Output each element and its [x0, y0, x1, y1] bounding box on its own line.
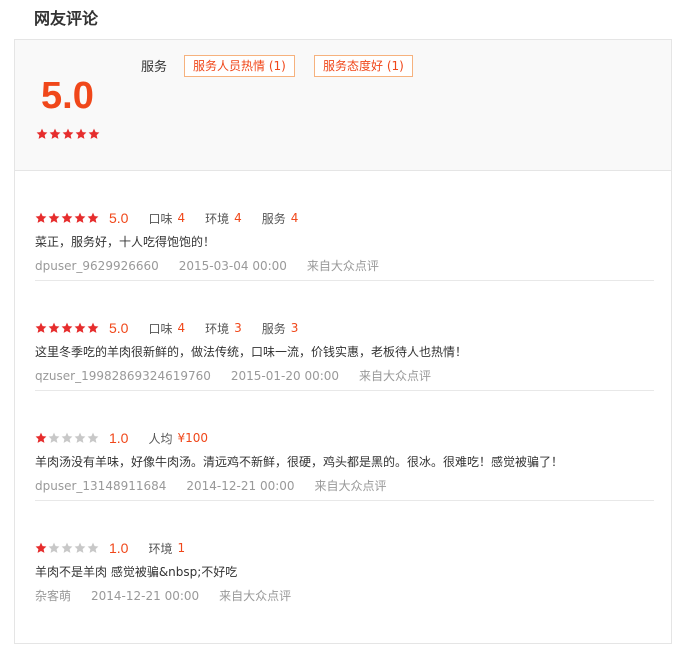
sub-rating-value: 4	[177, 211, 186, 225]
review-score: 5.0	[109, 320, 129, 336]
sub-rating-label: 服务	[261, 321, 286, 336]
review-rating-line: 1.0 环境 1	[35, 539, 205, 557]
sub-rating-label: 环境	[205, 211, 230, 226]
review-item: 1.0 人均 ¥100 羊肉汤没有羊味，好像牛肉汤。清远鸡不新鲜，很硬，鸡头都是黑的。…	[35, 391, 654, 501]
star-filled-icon	[48, 322, 60, 334]
star-filled-icon	[35, 542, 47, 554]
section-title: 网友评论	[34, 9, 99, 28]
star-empty-icon	[74, 542, 86, 554]
review-source: 来自大众点评	[219, 589, 292, 603]
review-comment: 这里冬季吃的羊肉很新鲜的，做法传统，口味一流，价钱实惠，老板待人也热情！	[35, 345, 468, 359]
star-filled-icon	[87, 212, 99, 224]
review-rating-line: 5.0 口味 4 环境 3 服务 3	[35, 319, 318, 337]
review-date: 2014-12-21 00:00	[91, 589, 200, 603]
sub-rating-label: 环境	[148, 541, 173, 556]
sub-rating-value: 4	[234, 211, 242, 225]
sub-rating-label: 人均	[148, 431, 173, 446]
review-comment: 羊肉不是羊肉 感觉被骗&nbsp;不好吃	[35, 565, 238, 579]
tag-service-staff-warm[interactable]: 服务人员热情 (1)	[184, 55, 295, 77]
star-filled-icon	[48, 212, 60, 224]
review-item: 5.0 口味 4 环境 4 服务 4 菜正，服务好，十人吃得饱饱的！ dpuser_962992…	[35, 171, 654, 281]
review-meta: 杂客萌 2014-12-21 00:00 来自大众点评	[35, 587, 311, 605]
sub-rating-value: 1	[177, 541, 186, 555]
star-filled-icon	[35, 322, 47, 334]
star-filled-icon	[35, 212, 47, 224]
review-meta: qzuser_19982869324619760 2015-01-20 00:00…	[35, 367, 451, 385]
sub-rating-label: 口味	[148, 321, 173, 336]
sub-rating-value: 4	[290, 211, 299, 225]
sub-rating-value: 3	[234, 321, 242, 335]
reviews-panel: 5.0 服务 服务人员热情 (1) 服务态度好 (1) 5.0 口味 4 环境 4 服务 4…	[14, 39, 672, 644]
star-empty-icon	[87, 542, 99, 554]
star-filled-icon	[61, 212, 73, 224]
sub-rating-value: 4	[177, 321, 186, 335]
review-source: 来自大众点评	[306, 259, 379, 273]
star-filled-icon	[87, 322, 99, 334]
review-item: 1.0 环境 1 羊肉不是羊肉 感觉被骗&nbsp;不好吃 杂客萌 2014-12-21 …	[35, 501, 654, 611]
sub-rating-value: ¥100	[177, 431, 209, 445]
review-username[interactable]: dpuser_13148911684	[35, 479, 166, 493]
review-source: 来自大众点评	[314, 479, 387, 493]
star-filled-icon	[61, 322, 73, 334]
review-stars	[35, 322, 99, 334]
review-rating-line: 5.0 口味 4 环境 4 服务 4	[35, 209, 318, 227]
review-score: 5.0	[109, 210, 129, 226]
review-source: 来自大众点评	[359, 369, 432, 383]
sub-rating-value: 3	[290, 321, 299, 335]
overall-score: 5.0	[41, 75, 94, 117]
star-empty-icon	[61, 542, 73, 554]
review-meta: dpuser_9629926660 2015-03-04 00:00 来自大众点评	[35, 257, 399, 275]
star-filled-icon	[35, 432, 47, 444]
tag-category-label: 服务	[141, 60, 168, 75]
star-filled-icon	[74, 322, 86, 334]
sub-rating-label: 口味	[148, 211, 173, 226]
star-empty-icon	[48, 432, 60, 444]
review-stars	[35, 542, 99, 554]
star-filled-icon	[49, 128, 61, 140]
star-filled-icon	[75, 128, 87, 140]
star-empty-icon	[87, 432, 99, 444]
sub-rating-label: 环境	[205, 321, 230, 336]
review-score: 1.0	[109, 430, 129, 446]
review-date: 2014-12-21 00:00	[186, 479, 295, 493]
star-empty-icon	[48, 542, 60, 554]
review-comment: 菜正，服务好，十人吃得饱饱的！	[35, 235, 216, 249]
star-filled-icon	[36, 128, 48, 140]
sub-rating-label: 服务	[261, 211, 286, 226]
star-filled-icon	[74, 212, 86, 224]
review-username[interactable]: dpuser_9629926660	[35, 259, 159, 273]
review-score: 1.0	[109, 540, 129, 556]
review-item: 5.0 口味 4 环境 3 服务 3 这里冬季吃的羊肉很新鲜的，做法传统，口味一流，价钱实惠，…	[35, 281, 654, 391]
rating-summary: 5.0 服务 服务人员热情 (1) 服务态度好 (1)	[15, 40, 671, 171]
review-date: 2015-03-04 00:00	[178, 259, 287, 273]
star-empty-icon	[74, 432, 86, 444]
review-comment: 羊肉汤没有羊味，好像牛肉汤。清远鸡不新鲜，很硬，鸡头都是黑的。很冰。很难吃！感觉…	[35, 455, 564, 469]
review-meta: dpuser_13148911684 2014-12-21 00:00 来自大众点评	[35, 477, 407, 495]
review-rating-line: 1.0 人均 ¥100	[35, 429, 228, 447]
overall-stars	[36, 128, 100, 140]
review-stars	[35, 212, 99, 224]
star-filled-icon	[62, 128, 74, 140]
star-empty-icon	[61, 432, 73, 444]
review-username[interactable]: 杂客萌	[35, 589, 71, 603]
review-username[interactable]: qzuser_19982869324619760	[35, 369, 211, 383]
review-date: 2015-01-20 00:00	[230, 369, 340, 383]
tag-service-attitude-good[interactable]: 服务态度好 (1)	[314, 55, 413, 77]
star-filled-icon	[88, 128, 100, 140]
review-stars	[35, 432, 99, 444]
